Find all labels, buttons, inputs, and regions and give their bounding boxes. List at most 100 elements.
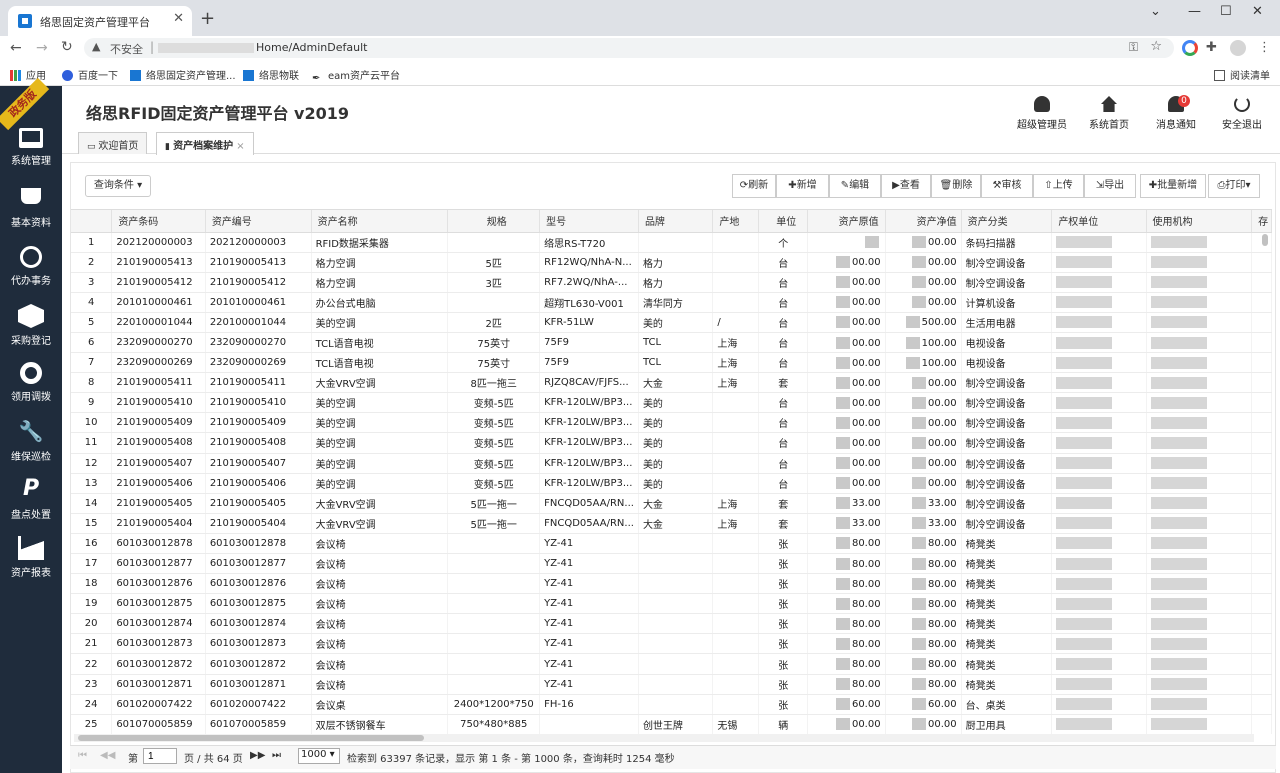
sidebar-item-basic[interactable]: 基本资料 xyxy=(0,188,62,246)
table-row[interactable]: 10 210190005409 210190005409 美的空调 变频-5匹 KFR-1… xyxy=(71,412,1272,434)
table-cell: 00.00 xyxy=(807,292,886,313)
table-row[interactable]: 25 601070005859 601070005859 双层不锈钢餐车 750*480… xyxy=(71,714,1272,734)
table-row[interactable]: 3 210190005412 210190005412 格力空调 3匹 RF7.2WQ/N… xyxy=(71,272,1272,293)
table-row[interactable]: 24 601020007422 601020007422 会议桌 2400*1200*7… xyxy=(71,694,1272,715)
upload-button[interactable]: ⇧上传 xyxy=(1033,174,1084,198)
bookmark-eam[interactable]: ✒ eam资产云平台 xyxy=(312,67,400,84)
col-header[interactable]: 资产名称 xyxy=(311,210,449,233)
next-page-icon[interactable]: ▶▶ xyxy=(250,750,265,761)
batch-add-button[interactable]: ✚批量新增 xyxy=(1140,174,1206,198)
add-button[interactable]: ✚新增 xyxy=(776,174,829,198)
col-header[interactable]: 规格 xyxy=(447,210,541,233)
chrome-extension-icon[interactable] xyxy=(1182,40,1198,56)
tab-welcome[interactable]: ▭ 欢迎首页 xyxy=(78,132,148,154)
table-cell: 601030012872 xyxy=(205,653,312,675)
col-header[interactable]: 使用机构 xyxy=(1146,210,1253,233)
table-row[interactable]: 6 232090000270 232090000270 TCL语音电视 75英寸 75F9… xyxy=(71,332,1272,354)
back-icon[interactable]: ← xyxy=(10,40,22,56)
reload-icon[interactable]: ↻ xyxy=(61,39,73,55)
table-row[interactable]: 19 601030012875 601030012875 会议椅 YZ-41 张 80.00… xyxy=(71,593,1272,615)
close-tab-icon[interactable]: ✕ xyxy=(173,11,184,26)
bookmark-star-icon[interactable]: ☆ xyxy=(1150,39,1162,54)
puzzle-icon[interactable]: ✚ xyxy=(1206,40,1222,56)
horizontal-scrollbar-thumb[interactable] xyxy=(78,735,424,741)
col-header[interactable]: 存 xyxy=(1251,210,1272,233)
col-header[interactable]: 资产编号 xyxy=(205,210,312,233)
col-header[interactable]: 资产条码 xyxy=(111,210,206,233)
prev-page-icon[interactable]: ◀◀ xyxy=(100,750,115,761)
table-row[interactable]: 20 601030012874 601030012874 会议椅 YZ-41 张 80.00… xyxy=(71,613,1272,635)
bookmark-asset-platform[interactable]: 络思固定资产管理... xyxy=(130,67,236,82)
home-button[interactable]: 系统首页 xyxy=(1079,96,1139,131)
table-row[interactable]: 4 201010000461 201010000461 办公台式电脑 超翔TL630-V… xyxy=(71,292,1272,313)
view-button[interactable]: ▶查看 xyxy=(881,174,931,198)
sidebar-item-tasks[interactable]: 代办事务 xyxy=(0,246,62,304)
last-page-icon[interactable]: ⏭ xyxy=(272,750,281,761)
sidebar-item-system[interactable]: 系统管理 xyxy=(0,128,62,186)
col-header[interactable]: 资产原值 xyxy=(807,210,886,233)
tab-asset-archive[interactable]: ▮ 资产档案维护 × xyxy=(156,132,254,155)
col-header[interactable]: 产权单位 xyxy=(1051,210,1147,233)
table-row[interactable]: 14 210190005405 210190005405 大金VRV空调 5匹一拖一 FN… xyxy=(71,493,1272,514)
sidebar-item-transfer[interactable]: 领用调拨 xyxy=(0,362,62,420)
audit-button[interactable]: ⚒审核 xyxy=(981,174,1033,198)
delete-button[interactable]: 🗑删除 xyxy=(931,174,981,198)
table-row[interactable]: 5 220100001044 220100001044 美的空调 2匹 KFR-51LW 美… xyxy=(71,312,1272,333)
table-row[interactable]: 1 202120000003 202120000003 RFID数据采集器 络思RS-T… xyxy=(71,232,1272,253)
col-header[interactable]: 产地 xyxy=(712,210,760,233)
edit-button[interactable]: ✎编辑 xyxy=(829,174,881,198)
export-button[interactable]: ⇲导出 xyxy=(1084,174,1136,198)
sidebar-item-maintenance[interactable]: 🔧 维保巡检 xyxy=(0,420,62,478)
table-row[interactable]: 13 210190005406 210190005406 美的空调 变频-5匹 KFR-1… xyxy=(71,473,1272,494)
forward-icon[interactable]: → xyxy=(36,40,48,56)
col-header[interactable]: 资产分类 xyxy=(961,210,1053,233)
key-icon[interactable]: ⚿ xyxy=(1129,40,1138,55)
tab-search-icon[interactable]: ⌄ xyxy=(1150,4,1161,19)
minimize-icon[interactable]: — xyxy=(1188,4,1201,19)
new-tab-icon[interactable]: + xyxy=(200,8,215,29)
sidebar-item-reports[interactable]: 资产报表 xyxy=(0,536,62,594)
bookmark-baidu[interactable]: 百度一下 xyxy=(62,67,118,82)
col-header[interactable]: 资产净值 xyxy=(885,210,962,233)
query-conditions-button[interactable]: 查询条件 ▾ xyxy=(85,175,151,197)
first-page-icon[interactable]: ⏮ xyxy=(78,750,87,761)
table-row[interactable]: 8 210190005411 210190005411 大金VRV空调 8匹一拖三 RJZ… xyxy=(71,372,1272,394)
address-bar[interactable]: ▲ 不安全 | Home/AdminDefault ⚿ ☆ xyxy=(84,38,1174,58)
table-row[interactable]: 22 601030012872 601030012872 会议椅 YZ-41 张 80.00… xyxy=(71,653,1272,675)
window-close-icon[interactable]: ✕ xyxy=(1252,4,1263,19)
maximize-icon[interactable]: ☐ xyxy=(1220,4,1232,19)
page-number-input[interactable] xyxy=(143,748,177,764)
print-button[interactable]: ⎙打印▾ xyxy=(1208,174,1260,198)
table-cell: 100.00 xyxy=(885,352,962,374)
table-row[interactable]: 2 210190005413 210190005413 格力空调 5匹 RF12WQ/Nh… xyxy=(71,252,1272,273)
col-header[interactable]: 单位 xyxy=(758,210,809,233)
col-header[interactable]: 型号 xyxy=(539,210,639,233)
table-row[interactable]: 23 601030012871 601030012871 会议椅 YZ-41 张 80.00… xyxy=(71,674,1272,695)
table-row[interactable]: 17 601030012877 601030012877 会议椅 YZ-41 张 80.00… xyxy=(71,553,1272,575)
refresh-button[interactable]: ⟳刷新 xyxy=(732,174,776,198)
redacted-cell xyxy=(1146,653,1253,675)
page-size-select[interactable]: 1000 ▾ xyxy=(298,748,340,764)
profile-avatar-icon[interactable] xyxy=(1230,40,1246,56)
table-row[interactable]: 7 232090000269 232090000269 TCL语音电视 75英寸 75F9… xyxy=(71,352,1272,374)
menu-icon[interactable]: ⋮ xyxy=(1258,40,1274,56)
sidebar-item-purchase[interactable]: 采购登记 xyxy=(0,304,62,362)
table-row[interactable]: 12 210190005407 210190005407 美的空调 变频-5匹 KFR-1… xyxy=(71,453,1272,474)
browser-tab[interactable]: 络思固定资产管理平台 ✕ xyxy=(8,6,192,36)
notifications-button[interactable]: 消息通知 xyxy=(1146,96,1206,131)
sidebar-item-inventory[interactable]: P 盘点处置 xyxy=(0,478,62,536)
table-row[interactable]: 16 601030012878 601030012878 会议椅 YZ-41 张 80.00… xyxy=(71,533,1272,555)
table-row[interactable]: 21 601030012873 601030012873 会议椅 YZ-41 张 80.00… xyxy=(71,633,1272,655)
user-button[interactable]: 超级管理员 xyxy=(1012,96,1072,131)
table-row[interactable]: 15 210190005404 210190005404 大金VRV空调 5匹一拖一 FN… xyxy=(71,513,1272,534)
bookmark-iot[interactable]: 络思物联 xyxy=(243,67,299,82)
table-row[interactable]: 9 210190005410 210190005410 美的空调 变频-5匹 KFR-12… xyxy=(71,392,1272,414)
vertical-scrollbar[interactable] xyxy=(1262,234,1268,246)
reading-list[interactable]: 阅读清单 xyxy=(1214,67,1270,82)
table-cell: 制冷空调设备 xyxy=(961,392,1053,414)
table-cell: 美的 xyxy=(638,412,714,434)
col-header[interactable]: 品牌 xyxy=(638,210,714,233)
table-row[interactable]: 11 210190005408 210190005408 美的空调 变频-5匹 KFR-1… xyxy=(71,432,1272,454)
logout-button[interactable]: 安全退出 xyxy=(1212,96,1272,131)
table-row[interactable]: 18 601030012876 601030012876 会议椅 YZ-41 张 80.00… xyxy=(71,573,1272,595)
